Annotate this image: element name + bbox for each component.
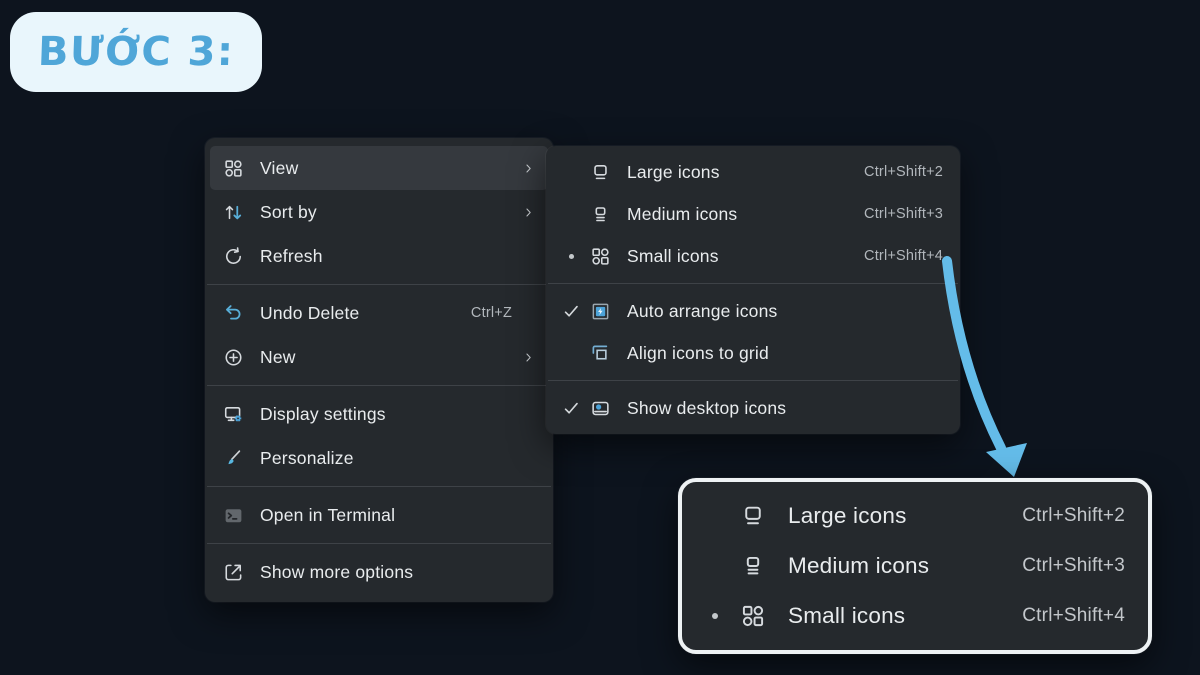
medium-icons-icon [739,553,766,579]
large-icons-icon [589,162,611,183]
menu-item-label: Display settings [260,404,490,425]
menu-item-show-desktop-icons[interactable]: Show desktop icons [551,387,955,429]
step-badge: BƯỚC 3: [10,12,262,92]
menu-item-display-settings[interactable]: Display settings [210,392,548,436]
show-desktop-icon [589,398,611,419]
paintbrush-icon [222,448,244,469]
menu-item-sort-by[interactable]: Sort by [210,190,548,234]
undo-icon [222,303,244,324]
menu-separator [207,284,551,285]
expand-icon [222,562,244,583]
menu-item-personalize[interactable]: Personalize [210,436,548,480]
small-icons-icon [589,246,611,267]
desktop-context-menu: View Sort by Refresh Undo Delete Ctrl+Z … [205,138,553,602]
menu-item-label: Show desktop icons [627,398,921,419]
menu-item-large-icons: Large icons Ctrl+Shift+2 [687,491,1143,541]
menu-item-undo-delete[interactable]: Undo Delete Ctrl+Z [210,291,548,335]
menu-item-label: Medium icons [788,553,1000,579]
selected-bullet [705,606,739,626]
menu-item-refresh[interactable]: Refresh [210,234,548,278]
menu-item-shortcut: Ctrl+Shift+4 [864,248,943,264]
menu-item-label: Small icons [627,246,842,267]
menu-item-label: Personalize [260,448,490,469]
selected-bullet [563,248,589,265]
menu-separator [207,486,551,487]
menu-item-label: Large icons [627,162,842,183]
menu-item-label: Show more options [260,562,490,583]
menu-item-label: Undo Delete [260,303,449,324]
view-grid-icon [222,158,244,179]
step-badge-label: BƯỚC 3: [37,29,235,75]
menu-item-label: New [260,347,490,368]
menu-item-auto-arrange-icons[interactable]: Auto arrange icons [551,290,955,332]
menu-item-label: Auto arrange icons [627,301,921,322]
menu-item-label: Sort by [260,202,490,223]
menu-item-shortcut: Ctrl+Z [471,305,512,321]
chevron-right-icon [522,162,536,175]
chevron-right-icon [522,206,536,219]
menu-item-shortcut: Ctrl+Shift+3 [1022,555,1125,577]
menu-item-view[interactable]: View [210,146,548,190]
menu-separator [548,380,958,381]
menu-item-label: Large icons [788,503,1000,529]
menu-separator [207,385,551,386]
menu-item-small-icons[interactable]: Small icons Ctrl+Shift+4 [551,235,955,277]
menu-separator [548,283,958,284]
menu-item-shortcut: Ctrl+Shift+2 [864,164,943,180]
menu-item-label: Refresh [260,246,490,267]
medium-icons-icon [589,204,611,225]
terminal-icon [222,505,244,526]
menu-item-label: Medium icons [627,204,842,225]
menu-separator [207,543,551,544]
check-icon [563,400,589,417]
menu-item-medium-icons[interactable]: Medium icons Ctrl+Shift+3 [551,193,955,235]
menu-item-align-icons-to-grid[interactable]: Align icons to grid [551,332,955,374]
menu-item-label: View [260,158,490,179]
auto-arrange-icon [589,301,611,322]
menu-item-open-in-terminal[interactable]: Open in Terminal [210,493,548,537]
display-settings-icon [222,404,244,425]
sort-arrows-icon [222,202,244,223]
menu-item-shortcut: Ctrl+Shift+4 [1022,605,1125,627]
menu-item-label: Small icons [788,603,1000,629]
menu-item-new[interactable]: New [210,335,548,379]
large-icons-icon [739,503,766,529]
chevron-right-icon [522,351,536,364]
menu-item-shortcut: Ctrl+Shift+3 [864,206,943,222]
plus-circle-icon [222,347,244,368]
check-icon [563,303,589,320]
menu-item-small-icons: Small icons Ctrl+Shift+4 [687,591,1143,641]
menu-item-show-more-options[interactable]: Show more options [210,550,548,594]
zoom-callout: Large icons Ctrl+Shift+2 Medium icons Ct… [678,478,1152,654]
menu-item-medium-icons: Medium icons Ctrl+Shift+3 [687,541,1143,591]
small-icons-icon [739,603,766,629]
menu-item-label: Open in Terminal [260,505,490,526]
view-submenu: Large icons Ctrl+Shift+2 Medium icons Ct… [546,146,960,434]
menu-item-shortcut: Ctrl+Shift+2 [1022,505,1125,527]
menu-item-label: Align icons to grid [627,343,921,364]
refresh-icon [222,246,244,267]
menu-item-large-icons[interactable]: Large icons Ctrl+Shift+2 [551,151,955,193]
align-grid-icon [589,343,611,364]
